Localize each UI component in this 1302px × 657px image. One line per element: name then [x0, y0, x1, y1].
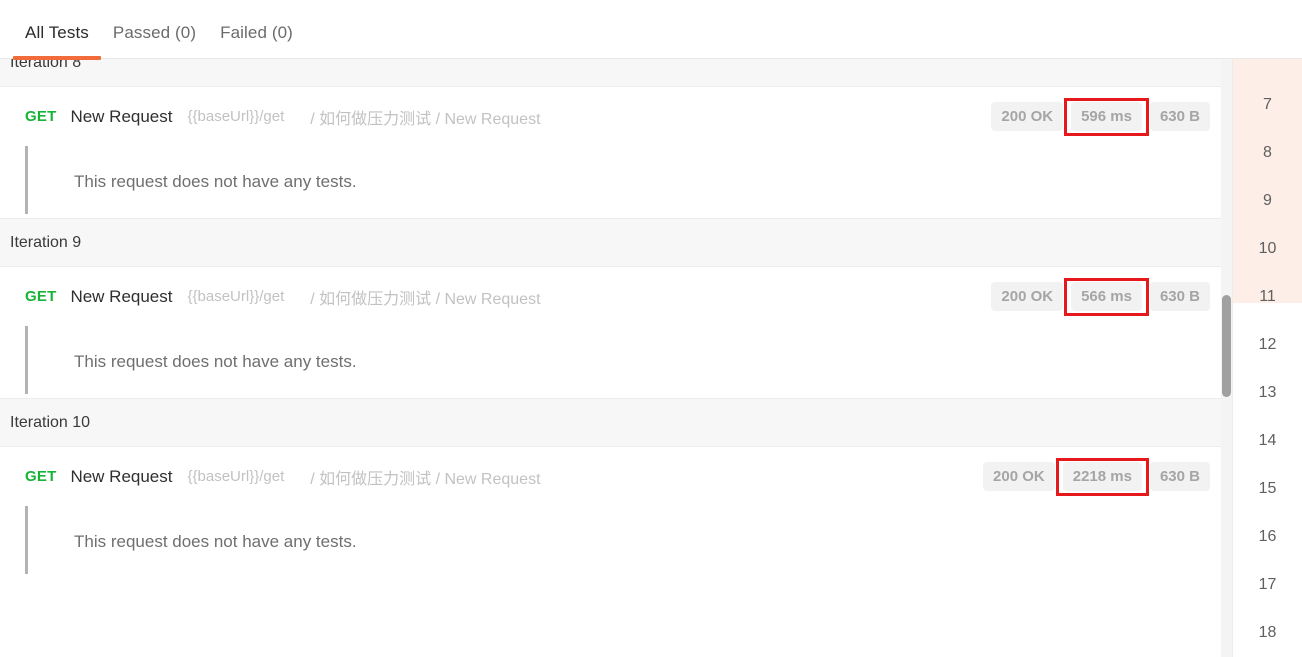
vertical-scrollbar-thumb[interactable] [1222, 295, 1231, 397]
size-badge: 630 B [1149, 461, 1210, 491]
request-url: {{baseUrl}}/get [187, 288, 285, 305]
iteration-rail-item[interactable]: 18 [1233, 609, 1302, 657]
results-body: Iteration 8 GET New Request {{baseUrl}}/… [0, 59, 1302, 657]
iteration-header: Iteration 10 [0, 398, 1222, 447]
request-block: GET New Request {{baseUrl}}/get / 如何做压力测… [0, 267, 1222, 398]
iteration-rail-item-label: 14 [1258, 432, 1277, 449]
size-badge-wrap: 630 B [1149, 281, 1210, 311]
iteration-rail-item-label: 11 [1259, 288, 1276, 305]
status-badge: 200 OK [983, 461, 1055, 491]
iteration-rail-item-label: 16 [1258, 528, 1277, 545]
tab-failed[interactable]: Failed (0) [208, 0, 305, 59]
request-block: GET New Request {{baseUrl}}/get / 如何做压力测… [0, 447, 1222, 578]
size-badge-wrap: 630 B [1149, 101, 1210, 131]
test-result-row: This request does not have any tests. [0, 146, 1222, 218]
time-badge: 566 ms [1071, 281, 1142, 311]
status-badge: 200 OK [991, 101, 1064, 131]
status-badge: 200 OK [991, 281, 1064, 311]
iteration-title: Iteration 8 [10, 59, 82, 71]
test-results-panel: All Tests Passed (0) Failed (0) Iteratio… [0, 0, 1302, 657]
request-row[interactable]: GET New Request {{baseUrl}}/get / 如何做压力测… [0, 447, 1222, 506]
request-name: New Request [70, 286, 173, 306]
request-row[interactable]: GET New Request {{baseUrl}}/get / 如何做压力测… [0, 267, 1222, 326]
iteration-rail-item[interactable]: 10 [1233, 225, 1302, 273]
iteration-rail-item-label: 18 [1258, 624, 1277, 641]
status-badge-wrap: 200 OK [991, 281, 1064, 311]
request-method: GET [25, 468, 57, 485]
iteration-rail[interactable]: 7 8 9 10 11 12 13 14 15 16 17 18 19 [1232, 59, 1302, 657]
time-badge-wrap: 566 ms [1064, 277, 1149, 316]
iteration-rail-item-label: 9 [1263, 192, 1272, 209]
iteration-rail-item[interactable]: 13 [1233, 369, 1302, 417]
request-row[interactable]: GET New Request {{baseUrl}}/get / 如何做压力测… [0, 87, 1222, 146]
results-list: Iteration 8 GET New Request {{baseUrl}}/… [0, 59, 1222, 578]
size-badge-wrap: 630 B [1149, 461, 1210, 491]
iteration-header: Iteration 9 [0, 218, 1222, 267]
time-badge: 2218 ms [1062, 461, 1142, 491]
test-result-row: This request does not have any tests. [0, 506, 1222, 578]
test-empty-message: This request does not have any tests. [74, 172, 357, 191]
request-breadcrumb: / 如何做压力测试 / New Request [310, 470, 541, 488]
iteration-rail-item-label: 10 [1258, 240, 1277, 257]
status-badge-wrap: 200 OK [983, 461, 1055, 491]
iteration-rail-item[interactable]: 15 [1233, 465, 1302, 513]
status-badge-wrap: 200 OK [991, 101, 1064, 131]
request-metrics: 200 OK 566 ms 630 B [991, 277, 1210, 316]
iteration-rail-item[interactable]: 11 [1233, 273, 1302, 321]
results-scroll-pane[interactable]: Iteration 8 GET New Request {{baseUrl}}/… [0, 59, 1232, 657]
request-method: GET [25, 108, 57, 125]
iteration-title: Iteration 9 [10, 233, 82, 251]
iteration-title: Iteration 10 [10, 413, 91, 431]
results-tabbar: All Tests Passed (0) Failed (0) [0, 0, 1302, 60]
iteration-rail-item-label: 12 [1258, 336, 1277, 353]
iteration-rail-item-label: 15 [1258, 480, 1277, 497]
iteration-rail-item[interactable]: 9 [1233, 177, 1302, 225]
iteration-rail-item[interactable]: 14 [1233, 417, 1302, 465]
request-block: GET New Request {{baseUrl}}/get / 如何做压力测… [0, 87, 1222, 218]
tab-passed[interactable]: Passed (0) [101, 0, 208, 59]
iteration-rail-item-label: 13 [1258, 384, 1277, 401]
request-name: New Request [70, 106, 173, 126]
request-method: GET [25, 288, 57, 305]
iteration-rail-item[interactable]: 16 [1233, 513, 1302, 561]
tab-failed-label: Failed (0) [220, 23, 293, 42]
tab-all-tests-label: All Tests [25, 23, 89, 42]
time-badge: 596 ms [1071, 101, 1142, 131]
iteration-rail-item[interactable]: 8 [1233, 129, 1302, 177]
request-breadcrumb: / 如何做压力测试 / New Request [310, 290, 541, 308]
iteration-rail-item-label: 7 [1263, 96, 1272, 113]
request-metrics: 200 OK 2218 ms 630 B [983, 457, 1210, 496]
request-name: New Request [70, 466, 173, 486]
iteration-header: Iteration 8 [0, 59, 1222, 87]
tab-passed-label: Passed (0) [112, 23, 197, 42]
test-empty-message: This request does not have any tests. [74, 352, 357, 371]
iteration-rail-item[interactable]: 7 [1233, 81, 1302, 129]
size-badge: 630 B [1149, 281, 1210, 311]
size-badge: 630 B [1149, 101, 1210, 131]
test-result-row: This request does not have any tests. [0, 326, 1222, 398]
tab-all-tests[interactable]: All Tests [13, 0, 101, 60]
request-breadcrumb: / 如何做压力测试 / New Request [310, 110, 541, 128]
test-empty-message: This request does not have any tests. [74, 532, 357, 551]
time-badge-wrap: 596 ms [1064, 97, 1149, 136]
iteration-rail-item-label: 8 [1263, 144, 1272, 161]
request-url: {{baseUrl}}/get [187, 108, 285, 125]
time-badge-wrap: 2218 ms [1055, 457, 1150, 496]
iteration-rail-item-label: 17 [1258, 576, 1277, 593]
vertical-scrollbar[interactable] [1221, 59, 1232, 657]
request-metrics: 200 OK 596 ms 630 B [991, 97, 1210, 136]
iteration-rail-item[interactable]: 17 [1233, 561, 1302, 609]
iteration-rail-item[interactable]: 12 [1233, 321, 1302, 369]
iteration-rail-list: 7 8 9 10 11 12 13 14 15 16 17 18 19 [1233, 59, 1302, 657]
request-url: {{baseUrl}}/get [187, 468, 285, 485]
